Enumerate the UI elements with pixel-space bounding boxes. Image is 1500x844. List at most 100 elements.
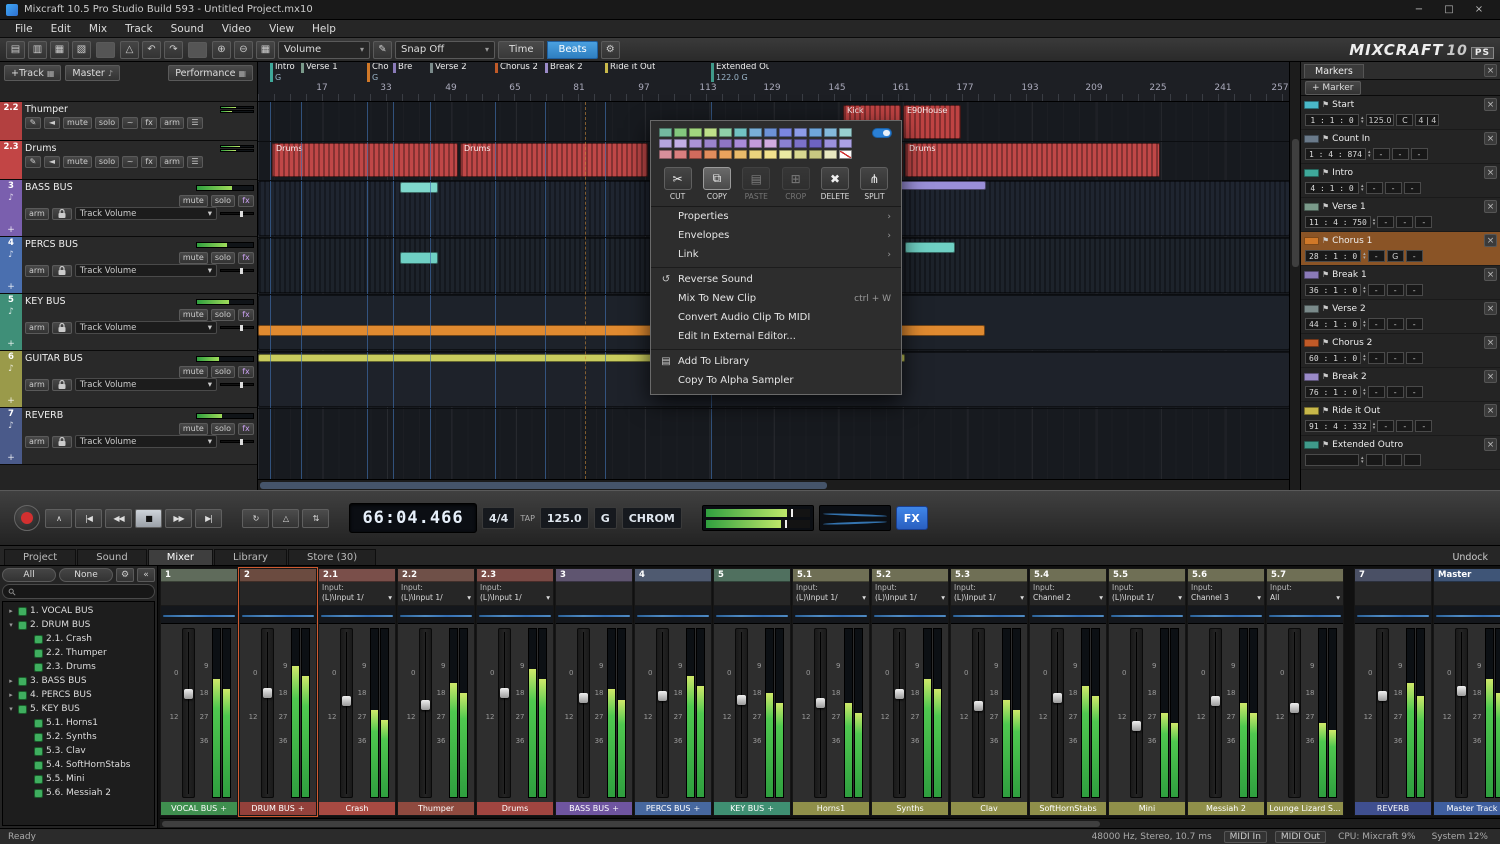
strip-input-select[interactable]: Input: All▾ bbox=[1267, 582, 1343, 606]
mixer-view-icon[interactable]: ▦ bbox=[256, 41, 275, 59]
delete-marker-button[interactable]: × bbox=[1484, 166, 1497, 179]
color-swatch[interactable] bbox=[704, 150, 717, 159]
marker-row[interactable]: ⚑ Chorus 1 × 28 : 1 : 0 ▴▾ - G - bbox=[1301, 232, 1500, 266]
color-swatch[interactable] bbox=[839, 128, 852, 137]
fader-handle[interactable] bbox=[895, 689, 904, 699]
delete-marker-button[interactable]: × bbox=[1484, 370, 1497, 383]
fader-handle[interactable] bbox=[1211, 696, 1220, 706]
gear-icon[interactable]: ⚙ bbox=[601, 41, 620, 59]
ruler-marker-label[interactable]: Verse 1 bbox=[301, 63, 338, 73]
marker-color-chip[interactable] bbox=[1304, 203, 1319, 211]
stepper-icons[interactable]: ▴▾ bbox=[1361, 116, 1364, 124]
bus-track-row[interactable]: 5 ♪ + KEY BUS mute solo fx bbox=[0, 294, 257, 351]
color-swatch[interactable] bbox=[794, 150, 807, 159]
mute-button[interactable]: mute bbox=[179, 423, 208, 435]
mute-button[interactable]: mute bbox=[179, 309, 208, 321]
track-name[interactable]: GUITAR BUS bbox=[25, 353, 83, 364]
fader-handle[interactable] bbox=[1457, 686, 1466, 696]
strip-header[interactable]: 1 bbox=[161, 569, 237, 582]
marker-row[interactable]: ⚑ Break 2 × 76 : 1 : 0 ▴▾ - - - bbox=[1301, 368, 1500, 402]
menu-item-edit-external[interactable]: Edit In External Editor... › bbox=[651, 327, 901, 346]
marker-tempo-field[interactable]: - bbox=[1366, 182, 1383, 194]
mixer-strip[interactable]: 7 ▾ 012 9182736 REVERB+ bbox=[1354, 568, 1432, 816]
undo-icon[interactable]: ↶ bbox=[142, 41, 161, 59]
track-enable-checkbox[interactable] bbox=[34, 747, 43, 756]
marker-meter-field[interactable]: - bbox=[1415, 420, 1432, 432]
marker-row[interactable]: ⚑ Break 1 × 36 : 1 : 0 ▴▾ - - - bbox=[1301, 266, 1500, 300]
mixer-strip[interactable]: 5.5 Input: (L)\Input 1/▾ 012 9182736 bbox=[1108, 568, 1186, 816]
marker-key-field[interactable]: - bbox=[1396, 420, 1413, 432]
menu-item[interactable]: Help bbox=[303, 22, 345, 36]
expand-arrow-icon[interactable]: ▸ bbox=[7, 691, 15, 699]
bus-track-row[interactable]: 7 ♪ + REVERB mute solo fx bbox=[0, 408, 257, 465]
markers-tab[interactable]: Markers bbox=[1304, 64, 1364, 78]
audio-clip[interactable] bbox=[400, 252, 438, 264]
volume-slider[interactable] bbox=[220, 269, 254, 272]
color-swatch[interactable] bbox=[779, 139, 792, 148]
add-send-icon[interactable]: + bbox=[220, 804, 227, 813]
performance-button[interactable]: Performance▦ bbox=[168, 65, 253, 81]
audio-clip[interactable]: Drums bbox=[905, 143, 1160, 177]
fast-forward-button[interactable]: ▶▶ bbox=[165, 509, 192, 528]
cut-button[interactable]: ✂ CUT bbox=[659, 167, 696, 201]
marker-tempo-field[interactable]: - bbox=[1377, 420, 1394, 432]
delete-marker-button[interactable]: × bbox=[1484, 234, 1497, 247]
panel-tab[interactable]: Mixer bbox=[148, 549, 213, 565]
menu-item[interactable]: File bbox=[6, 22, 42, 36]
solo-button[interactable]: solo bbox=[95, 117, 119, 129]
marker-meter-field[interactable]: - bbox=[1415, 216, 1432, 228]
tree-item-clav[interactable]: 5.3. Clav bbox=[3, 744, 154, 758]
add-subtrack-icon[interactable]: + bbox=[7, 225, 15, 235]
marker-key-field[interactable]: - bbox=[1387, 318, 1404, 330]
strip-header[interactable]: 5.2 bbox=[872, 569, 948, 582]
track-enable-checkbox[interactable] bbox=[34, 663, 43, 672]
strip-header[interactable]: 5.3 bbox=[951, 569, 1027, 582]
marker-time-field[interactable]: 76 : 1 : 0 bbox=[1305, 386, 1361, 398]
menu-item[interactable]: View bbox=[260, 22, 303, 36]
color-swatch[interactable] bbox=[779, 128, 792, 137]
marker-time-field[interactable]: 11 : 4 : 750 bbox=[1305, 216, 1371, 228]
marker-tempo-field[interactable]: - bbox=[1368, 318, 1385, 330]
strip-input-select[interactable]: Input: (L)\Input 1/▾ bbox=[319, 582, 395, 606]
marker-time-field[interactable]: 1 : 4 : 874 bbox=[1305, 148, 1366, 160]
tree-item-softhornstabs[interactable]: 5.4. SoftHornStabs bbox=[3, 758, 154, 772]
fx-button[interactable]: fx bbox=[238, 423, 254, 435]
mixer-strip[interactable]: 2 ▾ 012 9182736 DRUM BUS+ bbox=[239, 568, 317, 816]
track-volume-select[interactable]: Track Volume ▾ bbox=[75, 435, 217, 448]
expand-arrow-icon[interactable]: ▸ bbox=[7, 677, 15, 685]
track-menu-icon[interactable]: ☰ bbox=[187, 117, 203, 129]
mixer-strip[interactable]: 5.2 Input: (L)\Input 1/▾ 012 9182736 bbox=[871, 568, 949, 816]
volume-fader[interactable] bbox=[1376, 628, 1389, 798]
color-swatch[interactable] bbox=[749, 150, 762, 159]
add-subtrack-icon[interactable]: + bbox=[7, 339, 15, 349]
strip-name-label[interactable]: Thumper+ bbox=[398, 802, 474, 815]
mixer-strip[interactable]: 5.7 Input: All▾ 012 9182736 bbox=[1266, 568, 1344, 816]
lock-icon[interactable] bbox=[52, 379, 72, 391]
fader-handle[interactable] bbox=[974, 701, 983, 711]
strip-input-select[interactable]: Input: Channel 2▾ bbox=[1030, 582, 1106, 606]
draw-tool-icon[interactable]: ✎ bbox=[373, 41, 392, 59]
fx-button[interactable]: fx bbox=[141, 117, 157, 129]
toolbar-icon[interactable] bbox=[188, 42, 207, 58]
marker-color-chip[interactable] bbox=[1304, 339, 1319, 347]
ruler-marker-label[interactable]: Break 2 bbox=[545, 63, 583, 73]
automation-icon[interactable]: ~ bbox=[122, 156, 138, 168]
strip-header[interactable]: Master bbox=[1434, 569, 1500, 582]
delete-marker-button[interactable]: × bbox=[1484, 98, 1497, 111]
marker-color-chip[interactable] bbox=[1304, 101, 1319, 109]
scrollbar-thumb[interactable] bbox=[1292, 139, 1299, 267]
strip-input-select[interactable]: ▾ bbox=[240, 582, 316, 606]
menu-item-reverse-sound[interactable]: ↺ Reverse Sound › bbox=[651, 267, 901, 289]
track-name[interactable]: Drums bbox=[25, 143, 56, 154]
marker-meter-field[interactable]: - bbox=[1406, 318, 1423, 330]
solo-button[interactable]: solo bbox=[211, 423, 235, 435]
redo-icon[interactable]: ↷ bbox=[164, 41, 183, 59]
strip-input-select[interactable]: ▾ bbox=[161, 582, 237, 606]
fader-handle[interactable] bbox=[658, 691, 667, 701]
marker-time-field[interactable] bbox=[1305, 454, 1359, 466]
marker-color-chip[interactable] bbox=[1304, 169, 1319, 177]
ruler-marker-label[interactable]: ChoG bbox=[367, 63, 389, 82]
strip-input-select[interactable]: Input: Channel 3▾ bbox=[1188, 582, 1264, 606]
strip-name-label[interactable]: KEY BUS+ bbox=[714, 802, 790, 815]
select-all-button[interactable]: All bbox=[2, 568, 56, 582]
